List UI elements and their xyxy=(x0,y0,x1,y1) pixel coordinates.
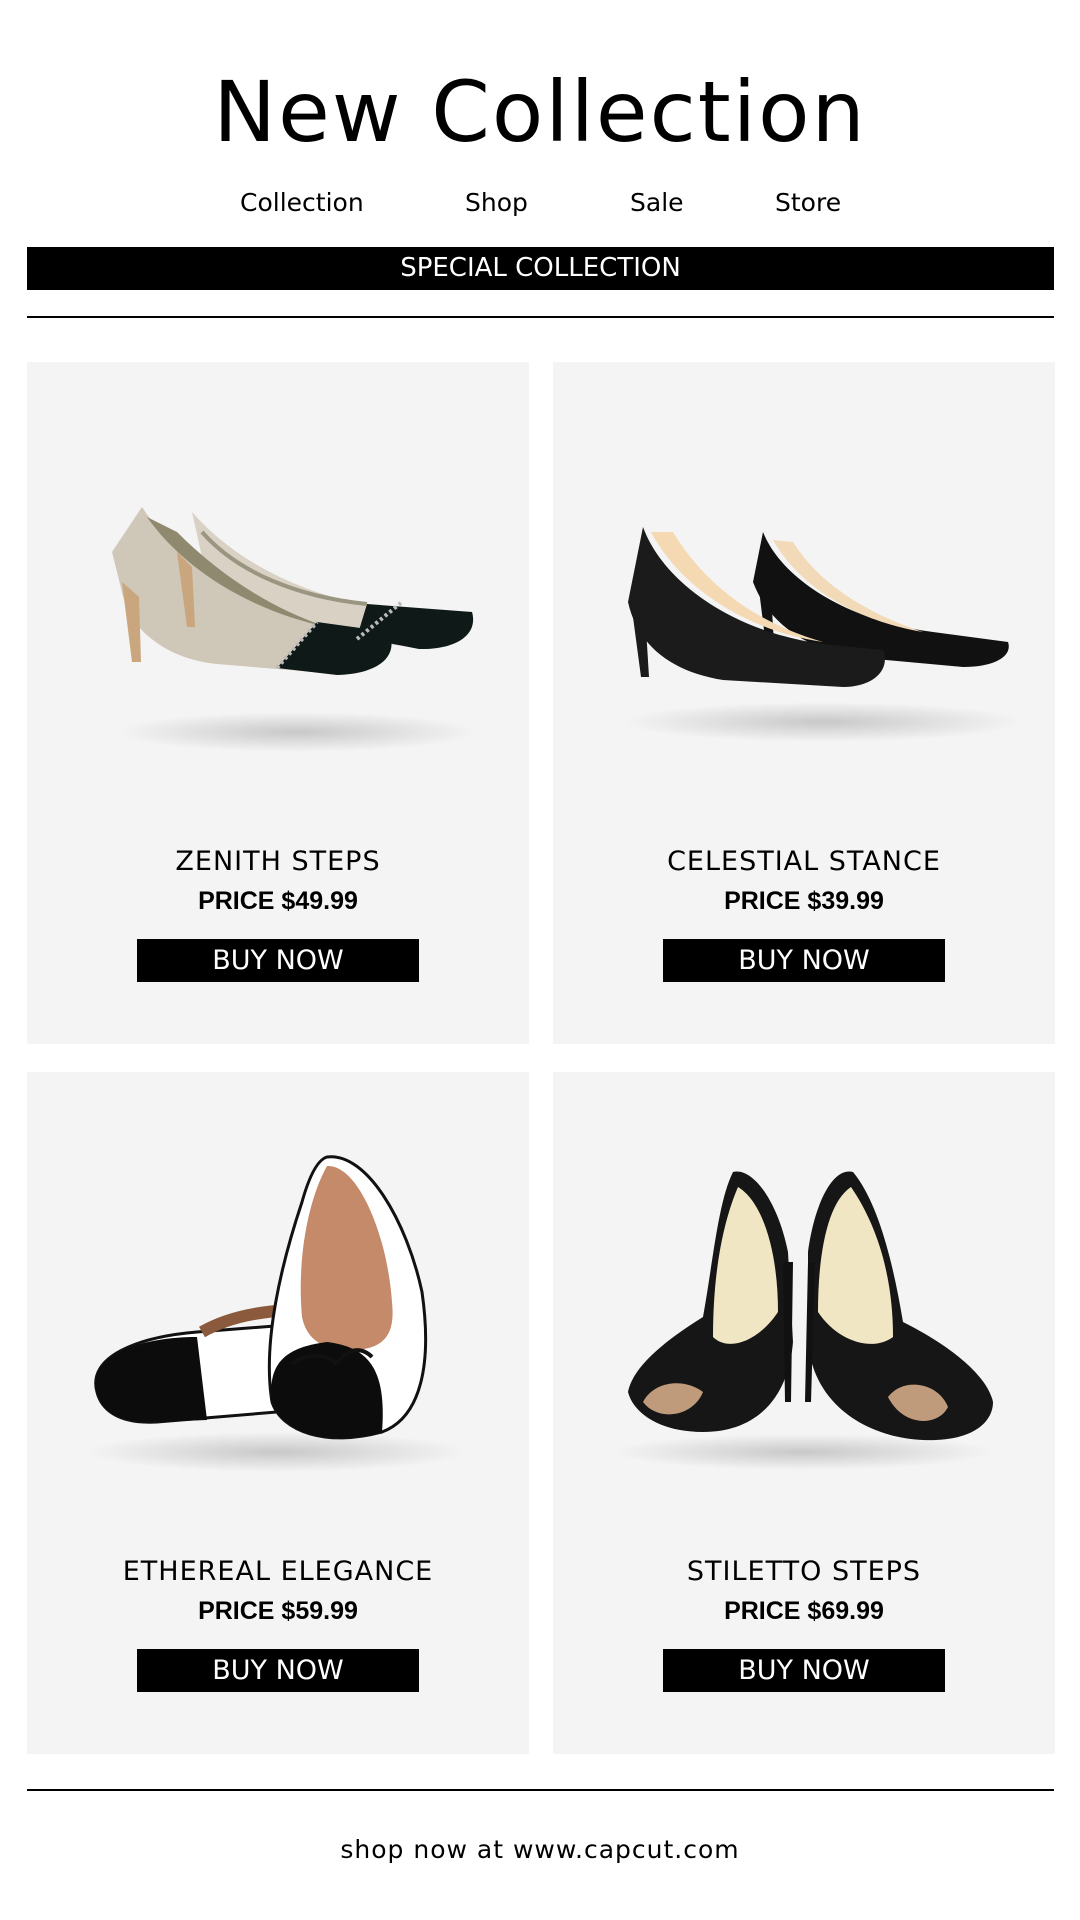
buy-now-button[interactable]: BUY NOW xyxy=(663,939,945,982)
footer-link[interactable]: shop now at www.capcut.com xyxy=(0,1832,1080,1868)
nav-store[interactable]: Store xyxy=(775,185,841,221)
product-name: ETHEREAL ELEGANCE xyxy=(122,1556,434,1587)
page-title: New Collection xyxy=(213,63,867,161)
main-nav: Collection Shop Sale Store xyxy=(0,185,1080,221)
product-name: STILETTO STEPS xyxy=(686,1556,922,1587)
product-card-celestial-stance: CELESTIAL STANCE PRICE $39.99 BUY NOW xyxy=(553,362,1055,1044)
product-card-stiletto-steps: STILETTO STEPS PRICE $69.99 BUY NOW xyxy=(553,1072,1055,1754)
beige-pump-black-toe-shoe-icon xyxy=(27,432,529,772)
special-collection-banner: SPECIAL COLLECTION xyxy=(27,247,1054,290)
buy-now-button[interactable]: BUY NOW xyxy=(137,1649,419,1692)
nav-sale[interactable]: Sale xyxy=(630,185,684,221)
product-name: ZENITH STEPS xyxy=(175,846,381,877)
buy-now-button[interactable]: BUY NOW xyxy=(137,939,419,982)
product-card-zenith-steps: ZENITH STEPS PRICE $49.99 BUY NOW xyxy=(27,362,529,1044)
product-price: PRICE $69.99 xyxy=(724,1597,884,1625)
top-divider xyxy=(27,316,1054,318)
product-name: CELESTIAL STANCE xyxy=(667,846,941,877)
nav-shop[interactable]: Shop xyxy=(465,185,528,221)
black-pump-shoe-icon xyxy=(553,432,1055,772)
product-price: PRICE $59.99 xyxy=(198,1597,358,1625)
buy-now-button[interactable]: BUY NOW xyxy=(663,1649,945,1692)
black-white-ballet-flat-icon xyxy=(27,1142,529,1482)
product-price: PRICE $39.99 xyxy=(724,887,884,915)
nav-collection[interactable]: Collection xyxy=(240,185,364,221)
black-peep-toe-stiletto-icon xyxy=(553,1142,1055,1482)
bottom-divider xyxy=(27,1789,1054,1791)
product-price: PRICE $49.99 xyxy=(198,887,358,915)
product-card-ethereal-elegance: ETHEREAL ELEGANCE PRICE $59.99 BUY NOW xyxy=(27,1072,529,1754)
